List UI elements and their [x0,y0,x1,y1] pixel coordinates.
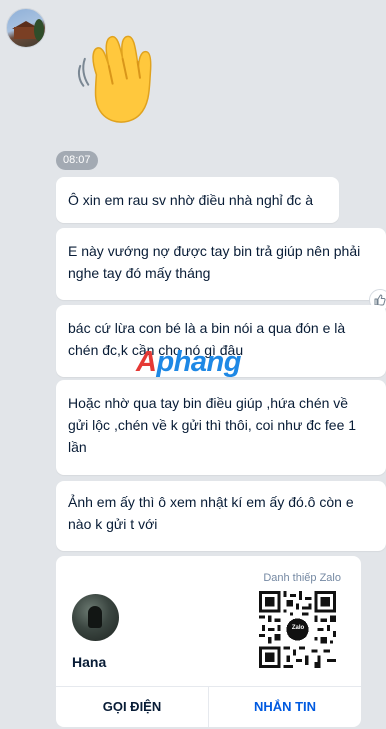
contact-name: Hana [72,654,107,670]
message-bubble[interactable]: E này vướng nợ được tay bin trả giúp nên… [56,228,386,300]
message-bubble[interactable]: Ô xin em rau sv nhờ điều nhà nghỉ đc à [56,177,339,223]
message-text: E này vướng nợ được tay bin trả giúp nên… [68,243,361,259]
message-text: bác cứ lừa con bé là a bin nói a qua đón… [68,320,346,336]
waving-hand-sticker[interactable] [70,30,170,130]
contact-card[interactable]: Danh thiếp Zalo Hana Zalo GỌI ĐIỆN NHẮN … [56,556,361,727]
message-text: lần [68,439,87,455]
message-bubble[interactable]: bác cứ lừa con bé là a bin nói a qua đón… [56,305,386,377]
message-text: nào k gửi t với [68,516,158,532]
message-bubble[interactable]: Hoặc nhờ qua tay bin điều giúp ,hứa chén… [56,380,386,475]
message-text: Ảnh em ấy thì ô xem nhật kí em ấy đó.ô c… [68,494,354,510]
call-button[interactable]: GỌI ĐIỆN [56,687,208,727]
time-badge: 08:07 [56,151,98,170]
message-text: Hoặc nhờ qua tay bin điều giúp ,hứa chén… [68,395,349,411]
message-bubble[interactable]: Ảnh em ấy thì ô xem nhật kí em ấy đó.ô c… [56,481,386,551]
avatar-tree [34,19,44,41]
sender-avatar[interactable] [6,8,46,48]
message-text: Ô xin em rau sv nhờ điều nhà nghỉ đc à [68,192,313,208]
contact-avatar[interactable] [72,594,119,641]
message-text: nghe tay đó mấy tháng [68,265,211,281]
card-type-label: Danh thiếp Zalo [263,572,341,584]
qr-center-label: Zalo [291,625,305,631]
avatar-figure [88,606,102,628]
message-text: chén đc,k cần cho nó gì đâu [68,342,244,358]
message-button[interactable]: NHẮN TIN [209,687,361,727]
message-text: gửi lộc ,chén về k gửi thì thôi, coi như… [68,417,357,433]
